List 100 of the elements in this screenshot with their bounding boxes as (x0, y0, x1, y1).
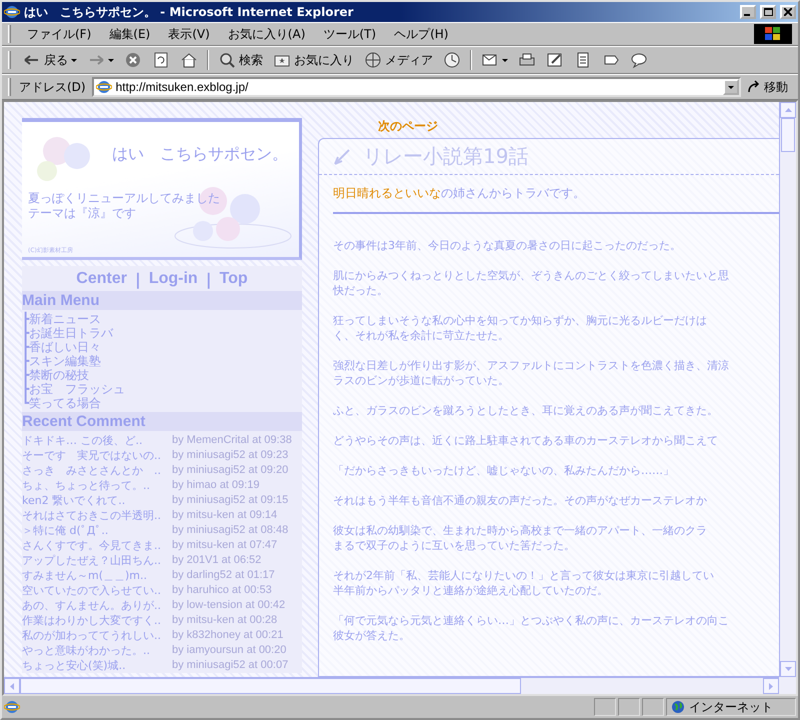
clock-icon (443, 51, 461, 69)
comment-link[interactable]: さっき みさとさんとか .. (22, 463, 172, 478)
status-pane (618, 698, 640, 716)
back-button[interactable]: 戻る (19, 49, 81, 71)
comment-link[interactable]: ちょっと安心(笑)城.. (22, 658, 172, 673)
stop-icon (124, 51, 142, 69)
horizontal-scrollbar[interactable] (4, 677, 779, 694)
comment-link[interactable]: 私のが加わっててうれしい.. (22, 628, 172, 643)
comment-meta: by haruhico at 00:53 (172, 583, 273, 598)
comment-link[interactable]: 空いていたので入らせてい.. (22, 583, 172, 598)
menu-link[interactable]: ┣香ばしい日々 (22, 340, 302, 354)
scroll-thumb[interactable] (20, 678, 521, 694)
favorites-button[interactable]: お気に入り (269, 49, 358, 71)
minimize-button[interactable] (740, 5, 756, 19)
comment-meta: by MemenCrital at 09:38 (172, 433, 293, 448)
comment-link[interactable]: ken2 繋いでくれて.. (22, 493, 172, 508)
comment-link[interactable]: ドキドキ… この後、ど.. (22, 433, 172, 448)
menu-item[interactable]: 編集(E) (101, 24, 158, 44)
menu-item[interactable]: ヘルプ(H) (386, 24, 456, 44)
scrollbar-corner (779, 677, 796, 694)
left-arrow-icon (10, 682, 14, 690)
menu-link[interactable]: ┗笑ってる場合 (22, 396, 302, 410)
address-field[interactable]: http://mitsuken.exblog.jp/ (92, 77, 741, 97)
comment-meta: by miniusagi52 at 09:20 (172, 463, 290, 478)
media-button[interactable]: メディア (360, 49, 437, 71)
menu-item[interactable]: 表示(V) (160, 24, 218, 44)
separator-text: | (134, 270, 141, 289)
search-icon (218, 51, 236, 69)
vertical-scrollbar[interactable] (779, 102, 796, 677)
story-paragraph: その事件は3年前、今日のような真夏の暑さの日に起こったのだった。 (333, 238, 682, 253)
comment-meta: by mitsu-ken at 09:14 (172, 508, 278, 523)
comment-link[interactable]: そーです 実兄ではないの.. (22, 448, 172, 463)
globe-icon (364, 51, 382, 69)
menu-link[interactable]: ┣禁断の秘技 (22, 368, 302, 382)
comment-link[interactable]: ＞特に俺 d(ﾟДﾟ.. (22, 523, 172, 538)
comment-link[interactable]: 作業はわりかし大変ですく.. (22, 613, 172, 628)
comment-meta: by low-tension at 00:42 (172, 598, 286, 613)
caret-icon (728, 86, 734, 88)
trackback-text: 明日晴れるといいなの姉さんからトラバです。 (333, 175, 779, 214)
status-pane (642, 698, 664, 716)
speech-bubble-icon (630, 51, 648, 69)
comment-meta: by miniusagi52 at 00:07 (172, 658, 290, 673)
close-icon (784, 8, 792, 16)
arrow-icon (747, 80, 761, 94)
comment-link[interactable]: ちょ、ちょっと待って。.. (22, 478, 172, 493)
story-paragraph: 「何で元気なら元気と連絡くらい…」とつぶやく私の声に、カーステレオの向こ 彼女が答えた。 (333, 613, 730, 643)
zone-label: インターネット (689, 698, 773, 716)
story-paragraph: ふと、ガラスのビンを蹴ろうとしたとき、耳に覚えのある声が聞こえてきた。 (333, 403, 719, 418)
dropdown-button[interactable] (723, 79, 739, 95)
window-title: はい こちらサポセン。 - Microsoft Internet Explorer (24, 4, 354, 20)
refresh-icon (152, 51, 170, 69)
close-button[interactable] (780, 5, 796, 19)
section-heading: Recent Comment (22, 412, 302, 431)
menu-link[interactable]: ┣お誕生日トラバ (22, 326, 302, 340)
comment-link[interactable]: それはさておきこの半透明.. (22, 508, 172, 523)
blog-subtitle: 夏っぽくリニューアルしてみました テーマは『涼』です (28, 191, 221, 221)
comment-link[interactable]: すみません～m(＿＿)m.. (22, 568, 172, 583)
up-arrow-icon (784, 108, 792, 112)
menu-link[interactable]: ┣新着ニュース (22, 312, 302, 326)
scroll-thumb[interactable] (781, 118, 795, 152)
comment-meta: by mitsu-ken at 00:28 (172, 613, 278, 628)
search-button[interactable]: 検索 (214, 49, 267, 71)
blog-title: はい こちらサポセン。 (111, 144, 289, 165)
right-arrow-icon (769, 682, 773, 690)
next-page-link[interactable]: 次のページ (378, 118, 779, 135)
menu-item[interactable]: お気に入り(A) (220, 24, 314, 44)
nav-link[interactable]: Center (76, 270, 127, 289)
comment-link[interactable]: やっと意味がわかった。.. (22, 643, 172, 658)
menu-link[interactable]: ┣お宝 フラッシュ (22, 382, 302, 396)
down-arrow-icon (784, 667, 792, 671)
page-icon (96, 79, 112, 95)
story-paragraph: 彼女は私の幼馴染で、生まれた時から高校まで一緒のアパート、一緒のクラ まるで双子のように互いを思っていた筈だった。 (333, 523, 708, 553)
trackback-link[interactable]: 明日晴れるといいな (333, 186, 441, 200)
comment-link[interactable]: あの、すんません。ありが.. (22, 598, 172, 613)
comment-meta: by miniusagi52 at 08:48 (172, 523, 290, 538)
menu-item[interactable]: ツール(T) (315, 24, 384, 44)
go-button[interactable]: 移動 (743, 78, 792, 96)
maximize-button[interactable] (760, 5, 776, 19)
story-paragraph: それが2年前「私、芸能人になりたいの！」と言って彼女は東京に引越してい 半年前からパッタリと連絡が途絶え心配していたのだ。 (333, 568, 715, 598)
comment-meta: by himao at 09:19 (172, 478, 260, 493)
globe-icon (671, 700, 685, 714)
comment-meta: by k832honey at 00:21 (172, 628, 284, 643)
nav-link[interactable]: Top (220, 270, 248, 289)
menu-item[interactable]: ファイル(F) (19, 24, 100, 44)
status-pane (594, 698, 616, 716)
story-paragraph: 肌にからみつくねっとりとした空気が、ぞうきんのごとく絞ってしまいたいと思 快だった。 (333, 268, 730, 298)
comment-meta: by 201V1 at 06:52 (172, 553, 262, 568)
comment-meta: by darling52 at 01:17 (172, 568, 276, 583)
menu-link[interactable]: ┣スキン編集塾 (22, 354, 302, 368)
nav-link[interactable]: Log-in (148, 270, 198, 289)
comment-link[interactable]: アップしたぜえ？山田ちん.. (22, 553, 172, 568)
story-paragraph: 「だからさっきもいったけど、嘘じゃないの、私みたんだから……」 (333, 463, 675, 478)
comment-meta: by iamyoursun at 00:20 (172, 643, 288, 658)
post-title: リレー小説第19話 (363, 143, 528, 170)
home-icon (180, 51, 198, 69)
comment-link[interactable]: さんくすです。今見てきま.. (22, 538, 172, 553)
separator-text: | (206, 270, 212, 289)
comment-meta: by miniusagi52 at 09:23 (172, 448, 290, 463)
comment-meta: by mitsu-ken at 07:47 (172, 538, 278, 553)
story-paragraph: どうやらその声は、近くに路上駐車されてある車のカーステレオから聞こえて (333, 433, 719, 448)
